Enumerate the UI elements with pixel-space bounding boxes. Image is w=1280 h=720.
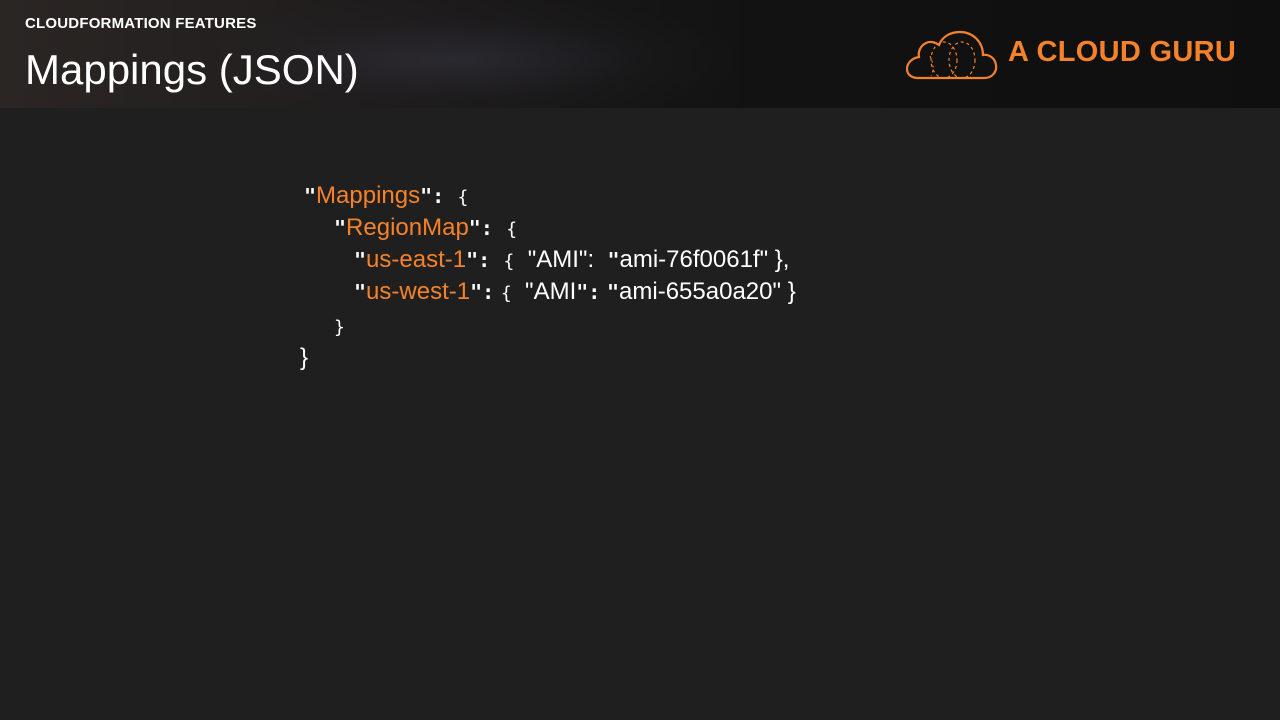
code-line-close-regionmap: } xyxy=(334,317,345,338)
code-line-us-east-1: "us-east-1": { "AMI": "ami-76f0061f" }, xyxy=(354,246,790,273)
ami-key: AMI xyxy=(533,278,577,305)
code-line-mappings: "Mappings": { xyxy=(304,182,469,209)
slide: CLOUDFORMATION FEATURES Mappings (JSON) … xyxy=(0,0,1280,720)
slide-title: Mappings (JSON) xyxy=(25,46,359,93)
code-line-us-west-1: "us-west-1": { "AMI": "ami-655a0a20" } xyxy=(354,278,796,305)
region-key: us-east-1 xyxy=(366,246,467,273)
cloud-logo-icon xyxy=(905,30,998,80)
ami-value: ami-655a0a20 xyxy=(619,278,773,305)
code-line-close-mappings: } xyxy=(300,344,309,371)
section-eyebrow: CLOUDFORMATION FEATURES xyxy=(25,15,257,32)
regionmap-key: RegionMap xyxy=(346,214,469,241)
ami-value: ami-76f0061f xyxy=(619,246,760,273)
acg-logo: A CLOUD GURU xyxy=(904,26,1244,82)
region-key: us-west-1 xyxy=(366,278,471,305)
code-line-regionmap: "RegionMap": { xyxy=(334,214,518,241)
ami-key: AMI xyxy=(536,246,579,273)
logo-wordmark: A CLOUD GURU xyxy=(1008,36,1237,68)
header-banner: CLOUDFORMATION FEATURES Mappings (JSON) … xyxy=(0,0,1280,108)
mappings-key: Mappings xyxy=(316,182,421,209)
